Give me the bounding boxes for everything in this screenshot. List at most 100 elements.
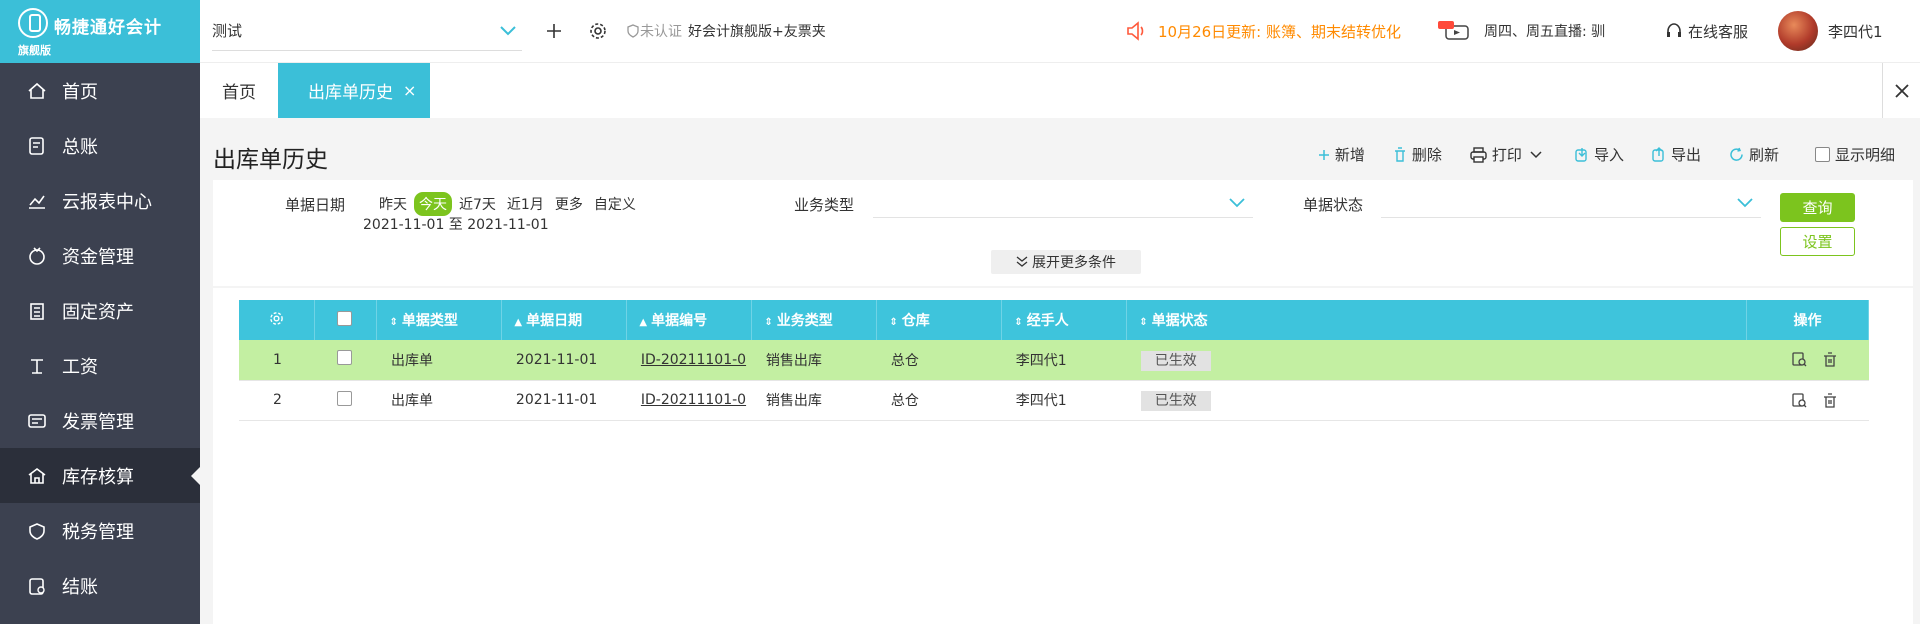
- date-option-custom[interactable]: 自定义: [590, 192, 640, 216]
- product-name: 好会计旗舰版+友票夹: [688, 24, 826, 40]
- date-option-1month[interactable]: 近1月: [503, 192, 548, 216]
- cell-doc-no[interactable]: ID-20211101-0: [626, 340, 752, 381]
- sort-asc-icon: ▲: [514, 317, 523, 328]
- table-row[interactable]: 2 出库单 2021-11-01 ID-20211101-0 销售出库 总仓 李…: [239, 380, 1869, 421]
- delete-row-icon[interactable]: [1823, 392, 1837, 408]
- show-detail-box[interactable]: [1814, 147, 1830, 162]
- live-text: 周四、周五直播: 驯: [1484, 24, 1606, 40]
- sidebar-item-home[interactable]: 首页: [0, 63, 200, 118]
- query-button[interactable]: 查询: [1780, 193, 1855, 222]
- shield-icon: [627, 24, 639, 38]
- sort-asc-icon: ▲: [639, 317, 648, 328]
- auth-tag: 未认证: [626, 21, 682, 41]
- header-doc-date[interactable]: ▲ 单据日期: [501, 300, 628, 340]
- online-service-button[interactable]: 在线客服: [1665, 21, 1748, 42]
- header-status[interactable]: ⇕ 单据状态: [1126, 300, 1747, 340]
- row-checkbox-cell[interactable]: [314, 340, 377, 381]
- row-checkbox[interactable]: [336, 350, 352, 366]
- tab-home-label: 首页: [222, 83, 256, 103]
- table-header-row: ⇕ 单据类型 ▲ 单据日期 ▲ 单据编号 ⇕ 业务类型 ⇕ 仓库 ⇕ 经手人 ⇕ 单据状态 操…: [239, 300, 1870, 340]
- live-notice[interactable]: 周四、周五直播: 驯: [1438, 21, 1605, 41]
- sidebar-item-closing[interactable]: 结账: [0, 558, 200, 613]
- close-books-icon: [26, 575, 48, 597]
- update-notice[interactable]: 10月26日更新: 账簿、期末结转优化: [1126, 20, 1401, 42]
- filter-panel: 单据日期 昨天 今天 近7天 近1月 更多 自定义 2021-11-01 至 2…: [213, 180, 1913, 286]
- header-doc-no[interactable]: ▲ 单据编号: [626, 300, 753, 340]
- date-option-more[interactable]: 更多: [551, 192, 587, 216]
- doc-no-link[interactable]: ID-20211101-0: [641, 352, 746, 368]
- refresh-button[interactable]: 刷新: [1729, 144, 1779, 165]
- auth-status[interactable]: 未认证 好会计旗舰版+友票夹: [626, 21, 826, 41]
- brand-name: 畅捷通好会计: [54, 18, 162, 38]
- user-menu[interactable]: 李四代1: [1778, 11, 1883, 51]
- sidebar-item-invoice[interactable]: 发票管理: [0, 393, 200, 448]
- header-label: 业务类型: [776, 313, 833, 329]
- doc-no-link[interactable]: ID-20211101-0: [641, 392, 746, 408]
- add-button[interactable]: 新增: [1318, 144, 1365, 165]
- status-filter-label: 单据状态: [1303, 196, 1364, 214]
- import-button[interactable]: 导入: [1575, 144, 1624, 165]
- expand-label: 展开更多条件: [1032, 255, 1116, 271]
- brand-edition: 旗舰版: [18, 44, 51, 57]
- add-label: 新增: [1334, 146, 1365, 164]
- tab-close-icon[interactable]: ×: [403, 81, 416, 100]
- header-biz-type[interactable]: ⇕ 业务类型: [751, 300, 878, 340]
- sidebar-nav: 首页 总账 云报表中心 资金管理 固定资产 工资 发票管理 库存核算 税务管理 …: [0, 63, 200, 613]
- table-row[interactable]: 1 出库单 2021-11-01 ID-20211101-0 销售出库 总仓 李…: [239, 340, 1869, 381]
- cell-actions: [1746, 340, 1869, 381]
- sidebar-item-funds[interactable]: 资金管理: [0, 228, 200, 283]
- user-name: 李四代1: [1828, 22, 1883, 41]
- salary-icon: [26, 355, 48, 377]
- cell-doc-no[interactable]: ID-20211101-0: [626, 380, 752, 421]
- brand-logo[interactable]: 畅捷通好会计 旗舰版: [0, 0, 200, 63]
- row-checkbox[interactable]: [336, 390, 352, 406]
- toolbar: 新增 删除 打印 导入 导出 刷新 显示明细: [1290, 144, 1895, 165]
- sidebar-item-tax[interactable]: 税务管理: [0, 503, 200, 558]
- delete-button[interactable]: 删除: [1393, 144, 1442, 165]
- tab-outbound-history[interactable]: 出库单历史 ×: [278, 63, 431, 118]
- header-warehouse[interactable]: ⇕ 仓库: [876, 300, 1003, 340]
- select-all-header[interactable]: [314, 300, 378, 340]
- header-doc-type[interactable]: ⇕ 单据类型: [376, 300, 503, 340]
- trash-icon: [1393, 147, 1407, 162]
- column-settings-header[interactable]: [239, 300, 316, 340]
- tab-home[interactable]: 首页: [200, 63, 278, 118]
- sidebar-item-salary[interactable]: 工资: [0, 338, 200, 393]
- date-quick-options: 昨天 今天 近7天 近1月 更多 自定义: [375, 192, 643, 216]
- chart-icon: [26, 190, 48, 212]
- view-detail-icon[interactable]: [1792, 352, 1807, 367]
- sidebar-item-label: 固定资产: [62, 301, 134, 323]
- header-label: 单据类型: [401, 313, 458, 329]
- status-badge: 已生效: [1140, 350, 1211, 371]
- sidebar-item-inventory[interactable]: 库存核算: [0, 448, 200, 503]
- date-option-7days[interactable]: 近7天: [455, 192, 500, 216]
- date-option-today[interactable]: 今天: [414, 192, 452, 216]
- chevron-down-icon: [500, 22, 516, 40]
- select-all-checkbox[interactable]: [337, 310, 353, 326]
- add-account-button[interactable]: [542, 19, 566, 43]
- settings-button[interactable]: [586, 19, 610, 43]
- account-select[interactable]: 测试: [212, 11, 522, 51]
- expand-conditions-button[interactable]: 展开更多条件: [991, 250, 1141, 274]
- sidebar-item-label: 资金管理: [62, 246, 134, 268]
- close-all-tabs-button[interactable]: [1882, 63, 1920, 118]
- export-label: 导出: [1670, 146, 1701, 164]
- row-checkbox-cell[interactable]: [314, 380, 377, 421]
- status-select[interactable]: [1381, 188, 1761, 218]
- refresh-label: 刷新: [1748, 146, 1779, 164]
- date-option-yesterday[interactable]: 昨天: [375, 192, 411, 216]
- header-handler[interactable]: ⇕ 经手人: [1001, 300, 1128, 340]
- biz-type-select[interactable]: [873, 188, 1253, 218]
- show-detail-label: 显示明细: [1834, 146, 1895, 164]
- sidebar-item-label: 工资: [62, 356, 98, 378]
- sidebar-item-assets[interactable]: 固定资产: [0, 283, 200, 338]
- sidebar-item-reports[interactable]: 云报表中心: [0, 173, 200, 228]
- delete-row-icon[interactable]: [1823, 352, 1837, 367]
- export-button[interactable]: 导出: [1652, 144, 1701, 165]
- filter-settings-button[interactable]: 设置: [1780, 227, 1855, 256]
- results-panel: ⇕ 单据类型 ▲ 单据日期 ▲ 单据编号 ⇕ 业务类型 ⇕ 仓库 ⇕ 经手人 ⇕ 单据状态 操…: [213, 288, 1913, 624]
- view-detail-icon[interactable]: [1792, 392, 1807, 408]
- show-detail-checkbox[interactable]: 显示明细: [1814, 144, 1895, 165]
- print-button[interactable]: 打印: [1470, 144, 1547, 165]
- sidebar-item-ledger[interactable]: 总账: [0, 118, 200, 173]
